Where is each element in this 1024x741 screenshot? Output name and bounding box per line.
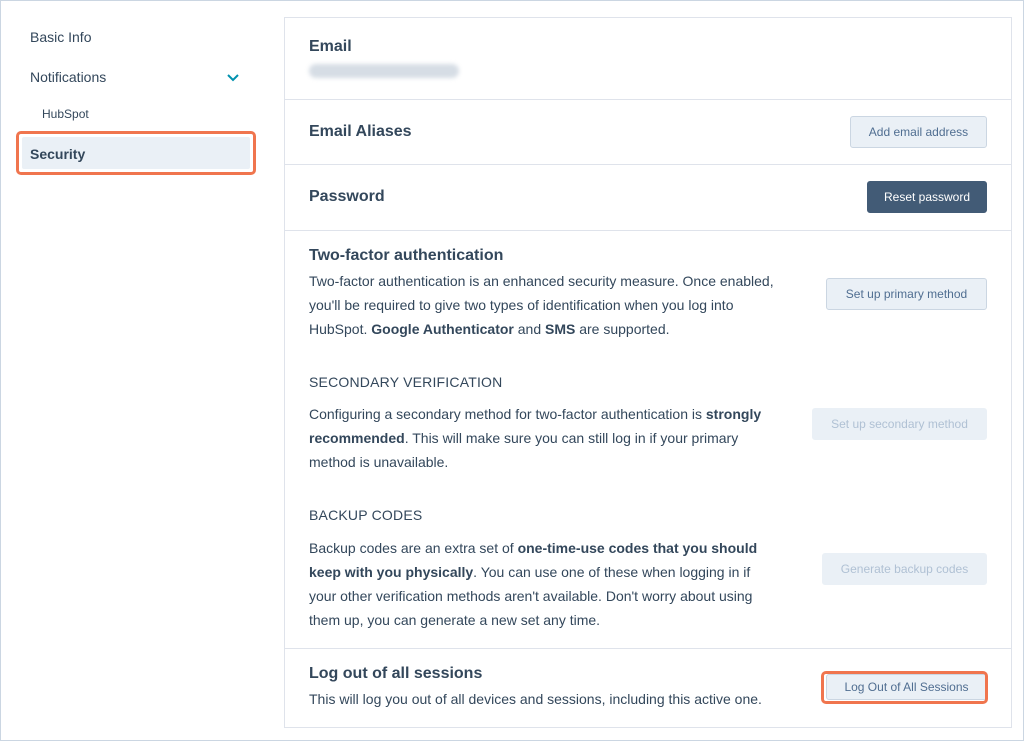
secondary-verification-description: Configuring a secondary method for two-f… xyxy=(309,406,762,470)
logout-highlight xyxy=(821,671,988,704)
settings-sidebar: Basic Info Notifications HubSpot Securit… xyxy=(1,1,271,741)
sidebar-item-label: Notifications xyxy=(30,69,107,85)
set-up-primary-method-button[interactable]: Set up primary method xyxy=(826,278,987,310)
generate-backup-codes-button[interactable]: Generate backup codes xyxy=(822,553,987,585)
section-title: Log out of all sessions xyxy=(309,665,483,682)
password-section: Password Reset password xyxy=(285,165,1011,231)
sidebar-item-security[interactable]: Security xyxy=(22,137,250,169)
security-highlight: Security xyxy=(16,131,256,175)
sidebar-item-basic-info[interactable]: Basic Info xyxy=(30,29,91,45)
set-up-secondary-method-button[interactable]: Set up secondary method xyxy=(812,408,987,440)
blurred-email-value xyxy=(309,64,459,78)
sidebar-item-hubspot[interactable]: HubSpot xyxy=(42,107,89,121)
backup-codes-description: Backup codes are an extra set of one-tim… xyxy=(309,540,758,628)
email-section: Email xyxy=(285,18,1011,100)
add-email-address-button[interactable]: Add email address xyxy=(850,116,987,148)
section-title: Email Aliases xyxy=(309,123,412,140)
logout-description: This will log you out of all devices and… xyxy=(309,691,762,707)
email-aliases-section: Email Aliases Add email address xyxy=(285,100,1011,165)
security-panel: Email Email Aliases Add email address Pa… xyxy=(284,17,1012,728)
settings-window: Basic Info Notifications HubSpot Securit… xyxy=(0,0,1024,741)
section-title: Two-factor authentication xyxy=(309,247,504,264)
reset-password-button[interactable]: Reset password xyxy=(867,181,987,213)
sidebar-item-notifications[interactable]: Notifications xyxy=(30,69,245,85)
two-factor-section: Two-factor authentication Two-factor aut… xyxy=(285,231,1011,649)
backup-codes-heading: BACKUP CODES xyxy=(309,507,423,523)
section-title: Password xyxy=(309,188,385,205)
two-factor-description: Two-factor authentication is an enhanced… xyxy=(309,273,774,337)
secondary-verification-heading: SECONDARY VERIFICATION xyxy=(309,374,503,390)
section-title: Email xyxy=(309,38,352,55)
chevron-down-icon[interactable] xyxy=(226,71,240,85)
